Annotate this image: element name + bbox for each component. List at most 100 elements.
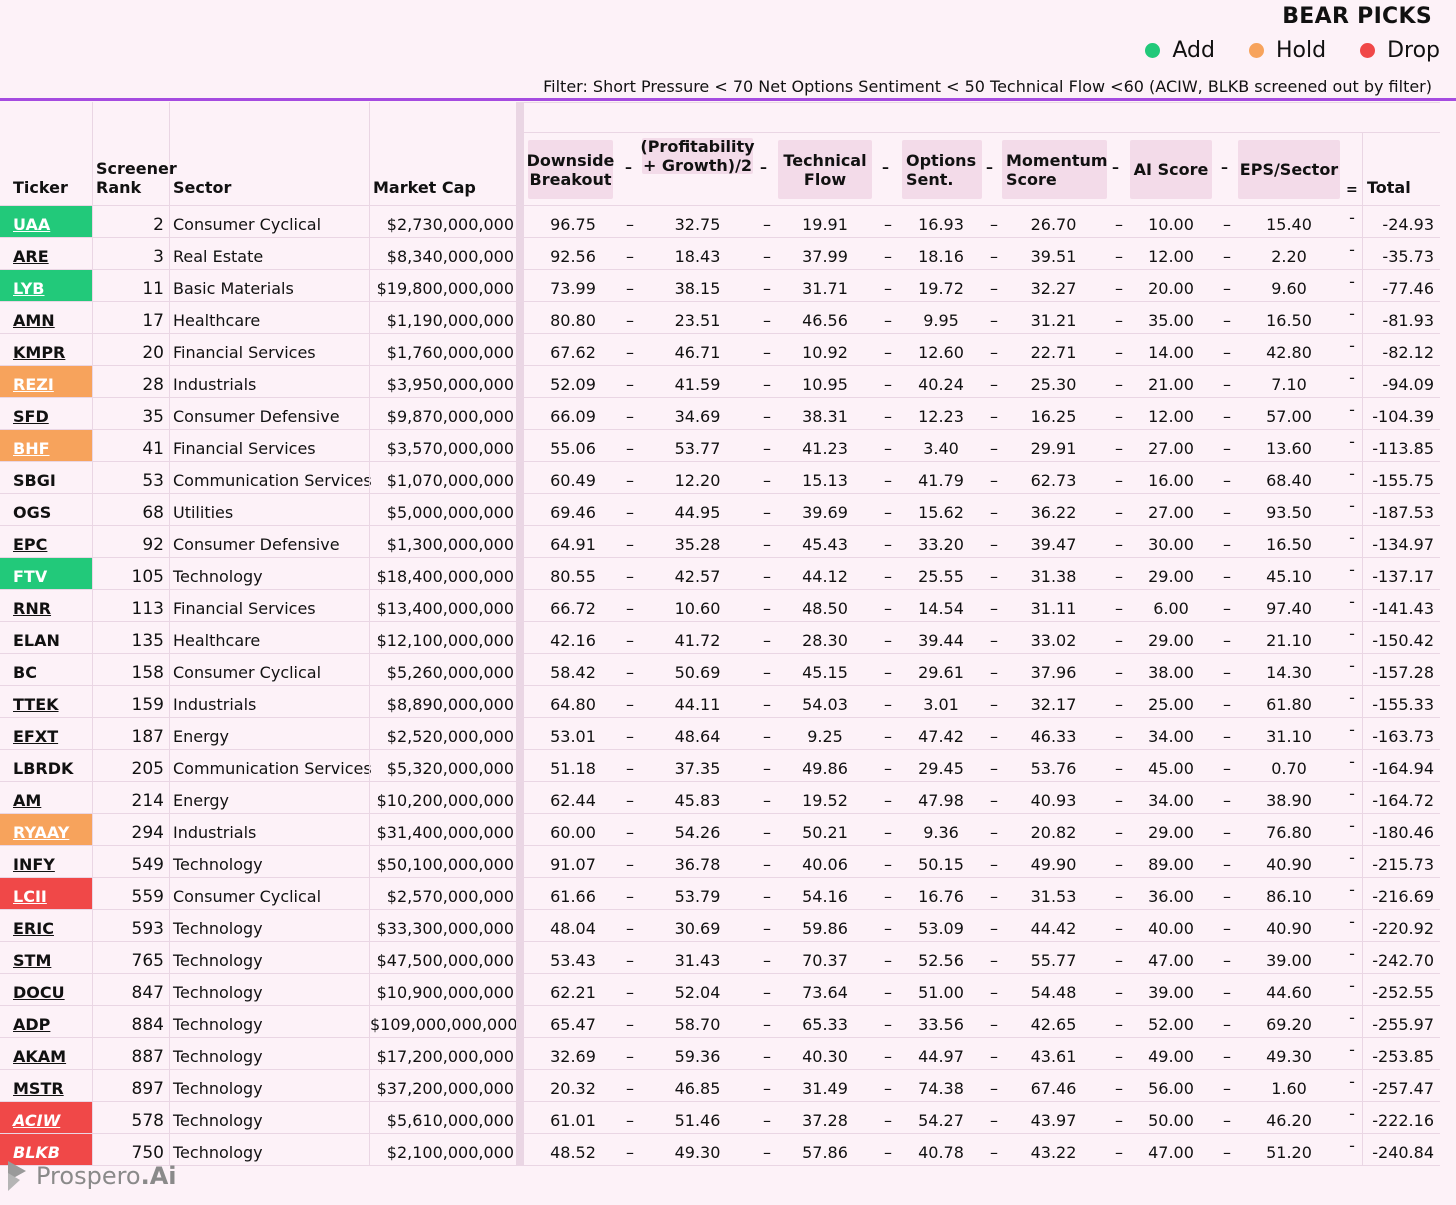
column-divider (92, 430, 93, 461)
operator: – (1223, 535, 1231, 554)
column-divider (169, 686, 170, 717)
ticker-link[interactable]: DOCU (0, 974, 92, 1005)
operator: - (1349, 656, 1355, 675)
operator: - (1349, 464, 1355, 483)
operator: - (1349, 240, 1355, 259)
operator: – (1223, 215, 1231, 234)
ticker-link[interactable]: STM (0, 942, 92, 973)
column-divider (369, 910, 370, 941)
ticker-link[interactable]: KMPR (0, 334, 92, 365)
column-divider (1362, 526, 1363, 557)
ticker-link[interactable]: REZI (0, 366, 92, 397)
operator: – (1223, 599, 1231, 618)
operator: - (1349, 752, 1355, 771)
column-divider (169, 878, 170, 909)
operator: – (884, 695, 892, 714)
column-divider (92, 494, 93, 525)
score-value: 35.00 (1148, 311, 1194, 330)
score-value: 12.00 (1148, 407, 1194, 426)
sector: Utilities (173, 503, 234, 522)
operator: – (1223, 1143, 1231, 1162)
legend-label: Add (1172, 38, 1215, 63)
operator: – (1223, 247, 1231, 266)
score-value: 51.20 (1266, 1143, 1312, 1162)
legend: Add Hold Drop (1145, 38, 1440, 63)
sector: Industrials (173, 823, 257, 842)
operator: – (1115, 1143, 1123, 1162)
column-divider (1362, 1134, 1363, 1165)
section-divider (516, 1102, 524, 1133)
ticker-link[interactable]: RYAAY (0, 814, 92, 845)
score-value: 80.80 (550, 311, 596, 330)
ticker-link[interactable]: EPC (0, 526, 92, 557)
ticker-link[interactable]: AM (0, 782, 92, 813)
ticker-link[interactable]: AKAM (0, 1038, 92, 1069)
ticker-link: ELAN (13, 631, 60, 650)
score-value: 52.00 (1148, 1015, 1194, 1034)
score-value: 32.75 (674, 215, 721, 234)
column-divider (92, 302, 93, 333)
operator: – (990, 759, 998, 778)
total-value: -157.28 (1372, 663, 1434, 682)
score-value: 36.00 (1148, 887, 1194, 906)
ticker-link[interactable]: ACIW (0, 1102, 92, 1133)
ticker-link[interactable]: RNR (0, 590, 92, 621)
ticker-link[interactable]: SFD (0, 398, 92, 429)
score-value: 15.13 (802, 471, 848, 490)
screener-rank: 35 (142, 407, 164, 427)
operator: – (990, 1079, 998, 1098)
column-divider (169, 942, 170, 973)
ticker-link[interactable]: UAA (0, 206, 92, 237)
sector: Consumer Cyclical (173, 663, 322, 682)
screener-rank: 11 (142, 279, 164, 299)
ticker-link[interactable]: ADP (0, 1006, 92, 1037)
score-value: 10.00 (1148, 215, 1194, 234)
add-dot-icon (1145, 43, 1161, 58)
column-divider (1362, 1070, 1363, 1101)
ticker-link[interactable]: EFXT (0, 718, 92, 749)
operator: - (1349, 688, 1355, 707)
column-divider (1362, 942, 1363, 973)
operator: – (1115, 887, 1123, 906)
ticker-link[interactable]: BHF (0, 430, 92, 461)
sector: Technology (173, 567, 263, 586)
screener-rank: 205 (131, 759, 164, 779)
market-cap: $5,260,000,000 (386, 663, 514, 682)
operator: – (884, 759, 892, 778)
sector: Technology (173, 1143, 263, 1162)
sector: Technology (173, 855, 263, 874)
operator: – (1115, 215, 1123, 234)
ticker-link[interactable]: LCII (0, 878, 92, 909)
operator: – (626, 1047, 634, 1066)
market-cap: $19,800,000,000 (376, 279, 514, 298)
ticker-link[interactable]: ERIC (0, 910, 92, 941)
total-value: -187.53 (1372, 503, 1434, 522)
table-row: ERIC 593 Technology $33,300,000,000 48.04 30.… (0, 909, 1440, 941)
ticker-link[interactable]: LYB (0, 270, 92, 301)
column-divider (169, 910, 170, 941)
score-value: 47.00 (1148, 951, 1194, 970)
operator: – (1115, 663, 1123, 682)
table-row: BHF 41 Financial Services $3,570,000,000 55.… (0, 429, 1440, 461)
score-value: 52.09 (550, 375, 596, 394)
score-value: 32.17 (1030, 695, 1077, 714)
header-line: Sent. (906, 169, 954, 189)
column-divider (1362, 206, 1363, 237)
table-row: LBRDK 205 Communication Services $5,320,000… (0, 749, 1440, 781)
screener-rank: 41 (142, 439, 164, 459)
score-value: 48.04 (550, 919, 596, 938)
operator: - (1349, 1104, 1355, 1123)
ticker-link[interactable]: ARE (0, 238, 92, 269)
section-divider (516, 430, 524, 461)
column-divider (92, 238, 93, 269)
ticker-link[interactable]: INFY (0, 846, 92, 877)
score-value: 50.15 (918, 855, 964, 874)
ticker-link[interactable]: AMN (0, 302, 92, 333)
score-value: 42.57 (674, 567, 721, 586)
ticker-link[interactable]: TTEK (0, 686, 92, 717)
column-divider (92, 1102, 93, 1133)
ticker-link[interactable]: MSTR (0, 1070, 92, 1101)
score-value: 62.21 (550, 983, 596, 1002)
divider (0, 98, 1456, 101)
operator: – (884, 439, 892, 458)
